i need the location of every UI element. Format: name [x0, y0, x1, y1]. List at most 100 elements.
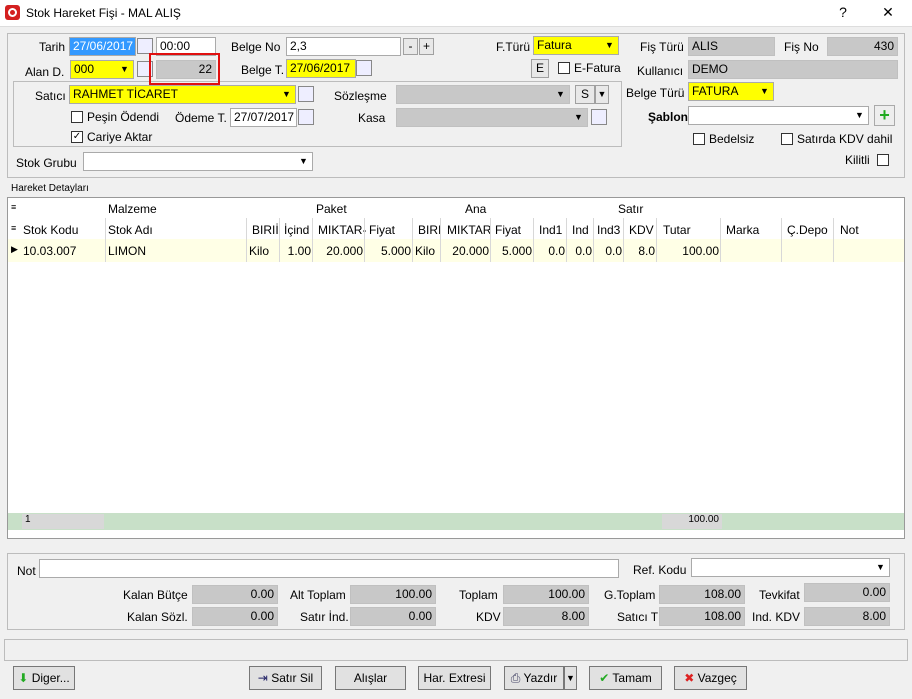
fisturu-label: Fiş Türü	[640, 40, 684, 54]
help-button[interactable]: ?	[833, 4, 853, 20]
yazdir-button[interactable]: ⎙ Yazdır	[504, 666, 564, 690]
col-header[interactable]: KDV	[629, 223, 654, 237]
col-header[interactable]: Ind1	[539, 223, 562, 237]
col-header[interactable]: BIRIİ	[252, 223, 279, 237]
table-cell[interactable]: 0.0	[569, 244, 592, 258]
diger-button[interactable]: ⬇ Diger...	[13, 666, 75, 690]
chevron-down-icon: ▼	[760, 86, 769, 96]
col-header[interactable]: Ind	[572, 223, 589, 237]
cariye-checkbox[interactable]: ✓	[71, 131, 83, 143]
pesin-label: Peşin Ödendi	[87, 110, 160, 124]
chevron-down-icon: ▼	[120, 64, 129, 74]
table-cell[interactable]: Kilo	[415, 244, 439, 258]
kilitli-checkbox[interactable]	[877, 154, 889, 166]
odemet-field[interactable]: 27/07/2017	[230, 108, 297, 127]
kdv-field: 8.00	[503, 607, 589, 626]
lookup-icon[interactable]	[591, 109, 607, 125]
alan-select[interactable]: 000 ▼	[70, 60, 134, 79]
chevron-down-icon: ▼	[556, 89, 565, 99]
table-cell[interactable]: 1.00	[282, 244, 311, 258]
col-header[interactable]: MIKTAR	[447, 223, 491, 237]
fturu-label: F.Türü	[496, 40, 531, 54]
col-header[interactable]: Marka	[726, 223, 759, 237]
satirsil-button[interactable]: ⇥ Satır Sil	[249, 666, 322, 690]
fturu-select[interactable]: Fatura ▼	[533, 36, 619, 55]
belgeturu-select[interactable]: FATURA ▼	[688, 82, 774, 101]
col-header[interactable]: Ind3	[597, 223, 620, 237]
s-button[interactable]: S	[575, 85, 595, 104]
fturu-value: Fatura	[537, 38, 572, 52]
belgeno-label: Belge No	[231, 40, 281, 54]
kasa-select[interactable]: ▼	[396, 108, 588, 127]
col-header[interactable]: MIKTAR-	[318, 223, 366, 237]
belgeno-field[interactable]: 2,3	[286, 37, 401, 56]
indkdv-label: Ind. KDV	[752, 610, 801, 624]
column-divider	[490, 218, 491, 262]
col-header[interactable]: İçind	[284, 223, 309, 237]
col-header[interactable]: Stok Kodu	[23, 223, 78, 237]
yazdir-dropdown[interactable]: ▼	[564, 666, 577, 690]
kalansozl-field: 0.00	[192, 607, 278, 626]
sozlesme-select[interactable]: ▼	[396, 85, 570, 104]
table-cell[interactable]: 5.000	[367, 244, 411, 258]
table-cell[interactable]: LIMON	[108, 244, 245, 258]
col-header[interactable]: BIRI	[418, 223, 441, 237]
satici-select[interactable]: RAHMET TİCARET ▼	[69, 85, 296, 104]
table-cell[interactable]: Kilo	[249, 244, 278, 258]
kdvdahil-checkbox[interactable]	[781, 133, 793, 145]
calendar-icon[interactable]	[298, 109, 314, 125]
vazgec-button[interactable]: ✖ Vazgeç	[674, 666, 747, 690]
add-icon[interactable]: +	[874, 105, 895, 126]
table-cell[interactable]: 0.0	[536, 244, 565, 258]
chevron-down-icon[interactable]: ▼	[595, 85, 609, 104]
col-header[interactable]: Fiyat	[495, 223, 521, 237]
column-divider	[246, 218, 247, 262]
gtoplam-field: 108.00	[659, 585, 745, 604]
e-button[interactable]: E	[531, 59, 549, 78]
minus-button[interactable]: -	[403, 38, 418, 55]
refkodu-select[interactable]: ▼	[691, 558, 890, 577]
alan-num-field: 22	[156, 60, 216, 79]
col-header[interactable]: Stok Adı	[108, 223, 153, 237]
pesin-checkbox[interactable]	[71, 111, 83, 123]
table-cell[interactable]: 20.000	[443, 244, 489, 258]
table-cell[interactable]: 10.03.007	[23, 244, 104, 258]
col-header[interactable]: Not	[840, 223, 859, 237]
detail-grid: Malzeme Paket Ana Satır ≡ ≡ ▶ 1 100.00 S…	[7, 197, 905, 539]
belget-field[interactable]: 27/06/2017	[286, 59, 356, 78]
efatura-checkbox[interactable]	[558, 62, 570, 74]
kullanici-label: Kullanıcı	[637, 64, 684, 78]
kdv-label: KDV	[476, 610, 501, 624]
bedelsiz-checkbox[interactable]	[693, 133, 705, 145]
tarih-field[interactable]: 27/06/2017	[69, 37, 136, 56]
footer-total: 100.00	[662, 514, 722, 529]
kalansozl-label: Kalan Sözl.	[127, 610, 188, 624]
table-cell[interactable]: 20.000	[315, 244, 363, 258]
lookup-icon[interactable]	[298, 86, 314, 102]
alislar-button[interactable]: Alışlar	[335, 666, 406, 690]
column-divider	[593, 218, 594, 262]
chevron-down-icon: ▼	[605, 40, 614, 50]
kilitli-label: Kilitli	[845, 153, 870, 167]
plus-button[interactable]: +	[419, 38, 434, 55]
grid-menu-icon[interactable]: ≡	[11, 202, 16, 212]
col-header[interactable]: Fiyat	[369, 223, 395, 237]
table-cell[interactable]: 0.0	[596, 244, 622, 258]
table-cell[interactable]: 100.00	[659, 244, 719, 258]
calendar-icon[interactable]	[137, 38, 153, 54]
row-pointer-icon: ▶	[11, 244, 18, 254]
group-ana: Ana	[465, 202, 487, 216]
stokgrubu-select[interactable]: ▼	[83, 152, 313, 171]
harextresi-button[interactable]: Har. Extresi	[418, 666, 491, 690]
calendar-icon[interactable]	[356, 60, 372, 76]
sablon-select[interactable]: ▼	[688, 106, 869, 125]
close-button[interactable]: ✕	[878, 4, 898, 21]
col-header[interactable]: Tutar	[663, 223, 691, 237]
table-cell[interactable]: 8.0	[626, 244, 655, 258]
grid-menu-icon[interactable]: ≡	[11, 223, 16, 233]
table-cell[interactable]: 5.000	[493, 244, 532, 258]
belget-label: Belge T.	[241, 63, 285, 77]
tamam-button[interactable]: ✔ Tamam	[589, 666, 662, 690]
col-header[interactable]: Ç.Depo	[787, 223, 828, 237]
not-field[interactable]	[39, 559, 619, 578]
